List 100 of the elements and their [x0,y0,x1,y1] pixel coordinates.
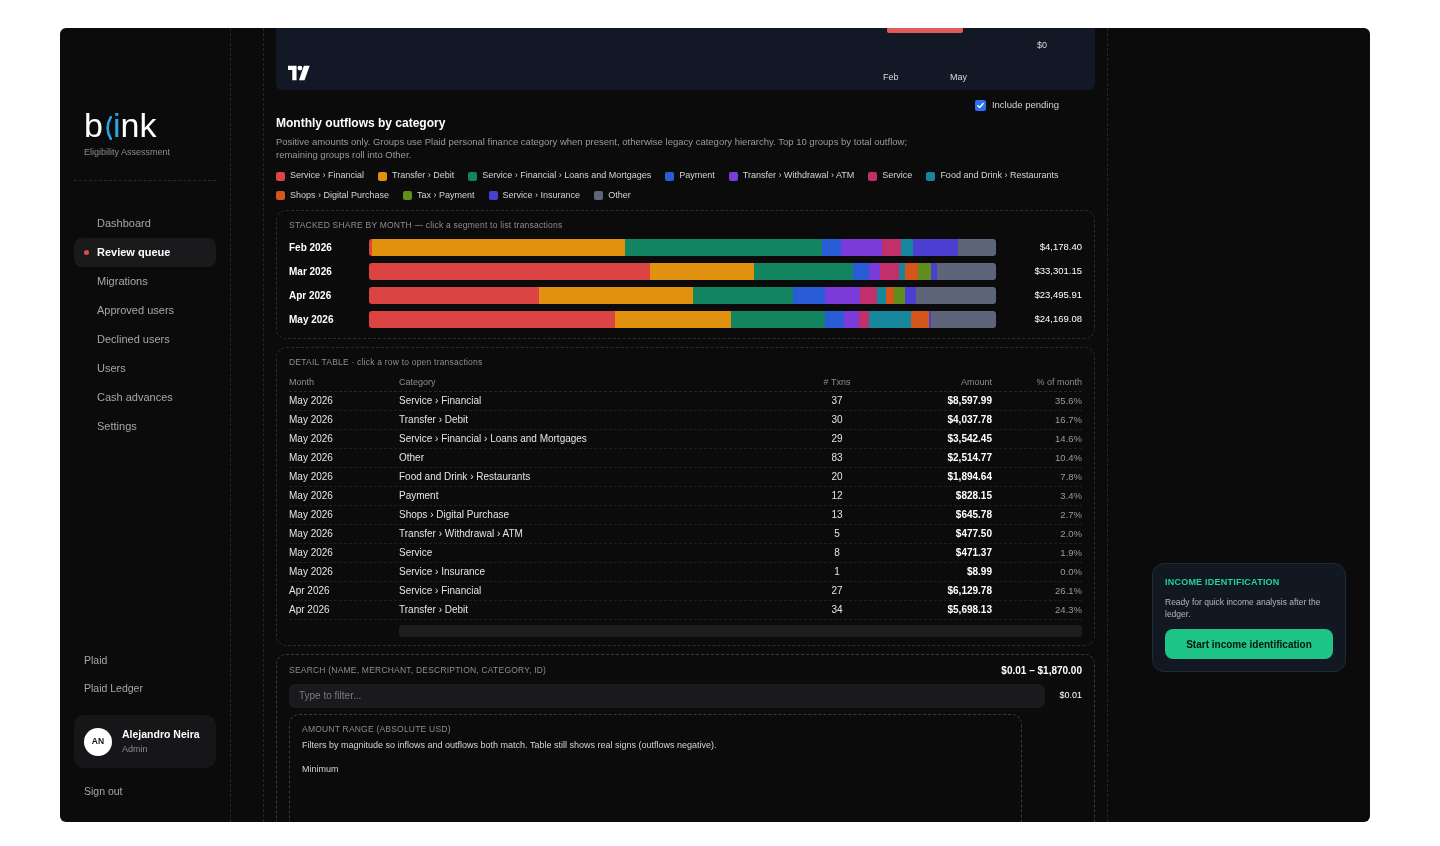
table-title: DETAIL TABLE · click a row to open transactions [289,356,483,369]
bar-segment[interactable] [860,286,877,304]
bar-segment[interactable] [868,262,880,280]
nav-link[interactable]: Plaid Ledger [84,679,206,699]
table-row[interactable]: May 2026 Food and Drink › Restaurants 20 $1,894.64 7.8% [289,467,1082,487]
table-row[interactable]: May 2026 Service 8 $471.37 1.9% [289,543,1082,563]
bar-segment[interactable] [824,310,845,328]
column-header: Month [289,375,315,389]
bar-segment[interactable] [821,238,841,256]
month-total: $33,301.15 [1033,263,1082,278]
bar-segment[interactable] [911,310,929,328]
nav-item[interactable]: Settings [74,411,216,441]
bar-segment[interactable] [916,286,996,304]
legend-label: Food and Drink › Restaurants [940,169,1059,183]
table-cell-text: 27 [830,584,844,599]
section-description: Positive amounts only. Groups use Plaid personal finance category when present, otherwise legacy category hierarchy. Top 10 groups by total outflow; remaining groups roll into Other. [276,135,909,162]
table-cell-text: $3,542.45 [946,432,992,447]
bar-segment[interactable] [753,262,853,280]
bar-segment[interactable] [369,262,651,280]
bar-segment[interactable] [879,262,900,280]
bar-segment[interactable] [936,262,996,280]
table-cell-text: Apr 2026 [289,584,331,599]
table-row[interactable]: May 2026 Payment 12 $828.15 3.4% [289,486,1082,506]
bar-segment[interactable] [650,262,754,280]
table-cell-text: May 2026 [289,432,334,447]
nav-item[interactable]: Dashboard [74,208,216,238]
bar-segment[interactable] [692,286,794,304]
table-cell-text: Transfer › Debit [399,603,470,618]
nav-item[interactable]: Review queue [74,237,216,267]
table-row[interactable]: May 2026 Service › Insurance 1 $8.99 0.0% [289,562,1082,582]
bar-segment[interactable] [844,310,859,328]
bar-segment[interactable] [372,238,626,256]
bar-segment[interactable] [369,238,373,256]
table-row[interactable]: May 2026 Transfer › Withdrawal › ATM 5 $477.50 2.0% [289,524,1082,544]
bar-segment[interactable] [876,286,887,304]
sign-out-link[interactable]: Sign out [84,784,123,800]
bar-segment[interactable] [958,238,996,256]
start-button[interactable]: Start income identification [1165,629,1333,659]
bar-segment[interactable] [869,310,912,328]
bar-segment[interactable] [881,238,901,256]
bar-segment[interactable] [614,310,731,328]
axis-label: $0 [1037,40,1047,50]
column-header: # Txns [822,375,852,389]
table-row[interactable]: May 2026 Service › Financial 37 $8,597.99 35.6% [289,391,1082,411]
chart-logo-icon [288,65,310,81]
bar-segment[interactable] [625,238,822,256]
table-cell-text: Transfer › Debit [399,413,470,428]
checkbox-label: Include pending [991,98,1059,112]
table-cell-text: 34 [830,603,844,618]
table-row[interactable]: Apr 2026 Service › Financial 27 $6,129.78 26.1% [289,581,1082,601]
bar-segment[interactable] [793,286,825,304]
table-row[interactable]: May 2026 Other 83 $2,514.77 10.4% [289,448,1082,468]
month-label: Feb 2026 [289,240,333,255]
checkbox[interactable] [974,99,986,111]
legend-label: Service › Financial [290,169,365,183]
table-cell-text: $471.37 [954,546,992,561]
bar-segment[interactable] [858,310,870,328]
bar-segment[interactable] [931,310,996,328]
table-cell-text: 24.3% [1054,602,1082,617]
table-row[interactable]: May 2026 Shops › Digital Purchase 13 $645.78 2.7% [289,505,1082,525]
bar-segment[interactable] [899,262,905,280]
search-field[interactable]: Type to filter... [289,683,1046,708]
table-cell-text: May 2026 [289,489,334,504]
legend-label: Shops › Digital Purchase [290,188,390,202]
table-row[interactable]: May 2026 Transfer › Debit 30 $4,037.78 16.7% [289,410,1082,430]
table-row[interactable]: Apr 2026 Transfer › Debit 34 $5,698.13 24.3% [289,600,1082,620]
bar-segment[interactable] [824,286,861,304]
nav-item[interactable]: Migrations [74,266,216,296]
nav-item[interactable]: Users [74,353,216,383]
nav-link[interactable]: Plaid [84,651,206,671]
legend-label: Service › Insurance [502,188,581,202]
table-cell-text: 7.8% [1059,469,1082,484]
table-cell-text: 29 [830,432,844,447]
bar-segment[interactable] [840,238,882,256]
bar-segment[interactable] [369,310,615,328]
bar-segment[interactable] [730,310,825,328]
legend-label: Service › Financial › Loans and Mortgages [482,169,652,183]
avatar: AN [84,727,112,756]
bar-segment[interactable] [369,286,540,304]
table-cell-text: Payment [399,489,440,504]
legend-label: Other [608,188,631,202]
table-cell-text: 14.6% [1054,431,1082,446]
nav-item[interactable]: Approved users [74,295,216,325]
bar-segment[interactable] [905,286,917,304]
bar-segment[interactable] [928,310,932,328]
table-cell-text: 20 [830,470,844,485]
nav-item[interactable]: Declined users [74,324,216,354]
month-label: May 2026 [289,312,335,327]
table-cell-text: May 2026 [289,546,334,561]
nav-item[interactable]: Cash advances [74,382,216,412]
table-cell-text: Service › Financial [399,394,483,409]
bar-segment[interactable] [886,286,894,304]
bar-segment[interactable] [539,286,693,304]
table-row[interactable]: May 2026 Service › Financial › Loans and Mortgages 29 $3,542.45 14.6% [289,429,1082,449]
table-cell-text: $645.78 [954,508,992,523]
logo-arc-icon [103,116,112,140]
table-cell-text: $1,894.64 [946,470,992,485]
table-cell-text: Service › Insurance [399,565,487,580]
card-text: Ready for quick income analysis after the ledger. [1165,595,1322,621]
table-cell-text: $8.99 [965,565,992,580]
